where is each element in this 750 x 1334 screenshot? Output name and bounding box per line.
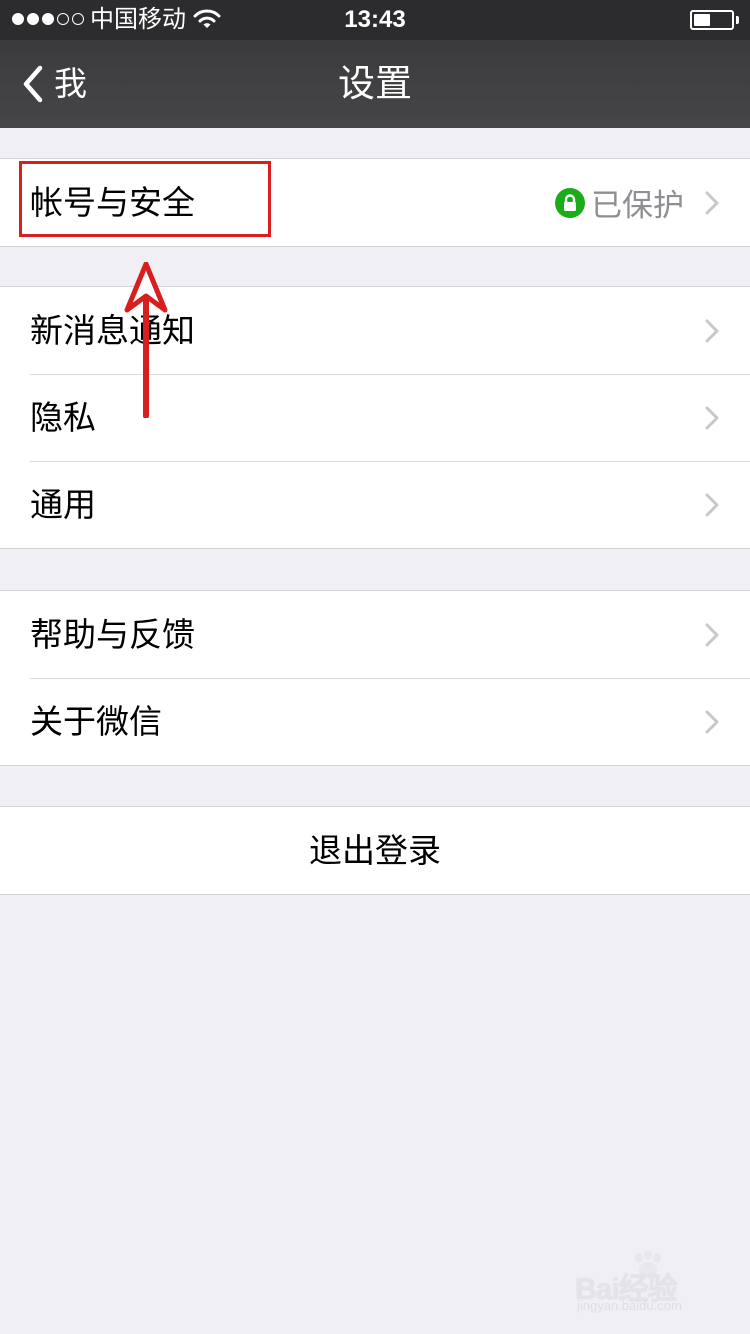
settings-row-general[interactable]: 通用 xyxy=(0,461,750,548)
lock-icon xyxy=(555,187,585,218)
settings-group-help: 帮助与反馈 关于微信 xyxy=(0,590,750,766)
watermark-url: jingyan.baidu.com xyxy=(577,1298,682,1313)
chevron-right-icon xyxy=(705,191,719,215)
logout-button[interactable]: 退出登录 xyxy=(0,807,750,894)
settings-row-label: 通用 xyxy=(30,485,96,524)
battery-level xyxy=(694,14,710,26)
settings-row-about[interactable]: 关于微信 xyxy=(0,678,750,765)
chevron-right-icon xyxy=(705,623,719,647)
chevron-right-icon xyxy=(705,710,719,734)
account-status: 已保护 xyxy=(555,159,684,246)
chevron-right-icon xyxy=(705,493,719,517)
settings-row-privacy[interactable]: 隐私 xyxy=(0,374,750,461)
settings-row-account-security[interactable]: 帐号与安全 已保护 xyxy=(0,159,750,246)
status-value: 已保护 xyxy=(591,188,684,224)
battery-icon xyxy=(690,10,734,30)
page-title: 设置 xyxy=(338,62,412,105)
chevron-right-icon xyxy=(705,406,719,430)
settings-row-help-feedback[interactable]: 帮助与反馈 xyxy=(0,591,750,678)
status-bar: 中国移动 13:43 xyxy=(0,0,750,40)
logout-label: 退出登录 xyxy=(309,831,441,870)
navigation-bar: 我 设置 xyxy=(0,40,750,128)
settings-group-account: 帐号与安全 已保护 xyxy=(0,158,750,247)
settings-row-label: 隐私 xyxy=(30,398,96,437)
battery-tip xyxy=(736,16,739,24)
settings-row-label: 关于微信 xyxy=(30,702,162,741)
settings-group-general: 新消息通知 隐私 通用 xyxy=(0,286,750,549)
status-time: 13:43 xyxy=(344,6,406,33)
settings-row-label: 帮助与反馈 xyxy=(30,615,195,654)
logout-group: 退出登录 xyxy=(0,806,750,895)
settings-row-notifications[interactable]: 新消息通知 xyxy=(0,287,750,374)
settings-row-label: 新消息通知 xyxy=(30,311,195,350)
chevron-right-icon xyxy=(705,319,719,343)
settings-row-label: 帐号与安全 xyxy=(30,183,195,222)
baidu-jingyan-watermark: Bai经验 jingyan.baidu.com xyxy=(575,1250,725,1320)
